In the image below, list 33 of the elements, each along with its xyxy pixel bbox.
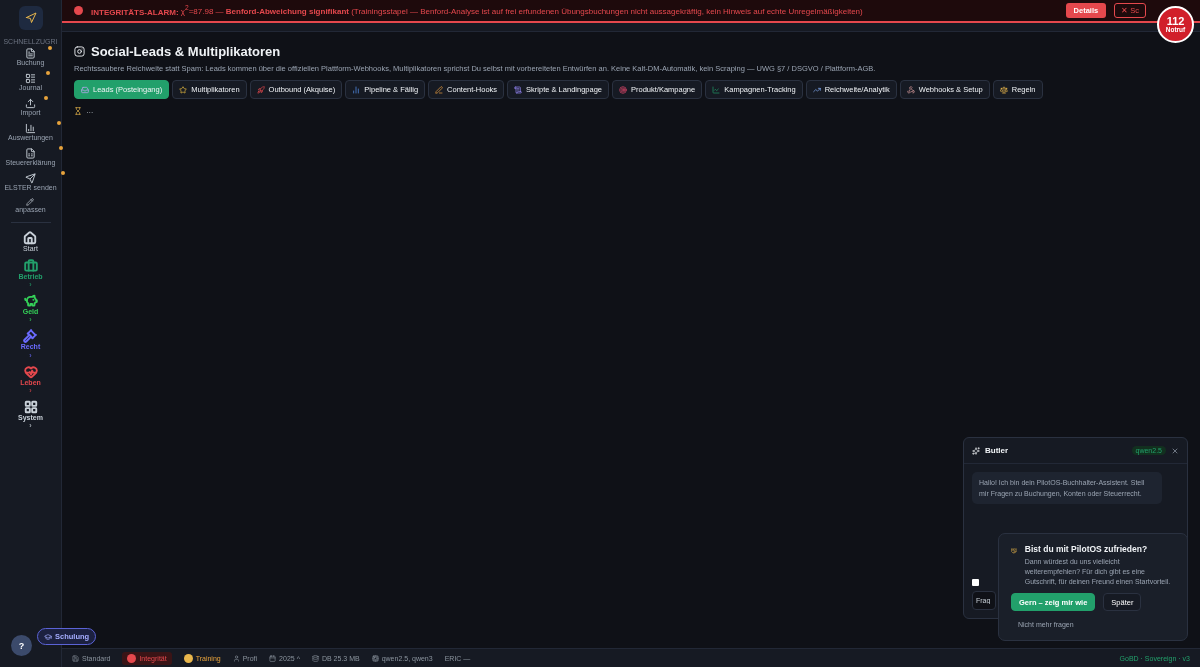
- pen-icon: [435, 85, 444, 94]
- pencil-icon: [26, 198, 35, 207]
- list-icon: [25, 73, 36, 85]
- checkbox[interactable]: [972, 579, 979, 586]
- alarm-dot-icon: [74, 6, 83, 15]
- trend-icon: [812, 85, 821, 94]
- scale-icon: [999, 85, 1008, 94]
- hourglass-icon: [74, 106, 82, 115]
- rocket-icon: [256, 85, 265, 94]
- star-icon: [179, 85, 188, 94]
- alarm-message: INTEGRITÄTS-ALARM: χ$^{2}$=87.98 — Benford-Abweichung signifikant (Trainingsstapel — Benford-Analyse ist auf frei erfundenen Übungsbuchungen nicht aussagekräftig, kein Hinweis auf echte Unregelmäßigkeiten): [91, 4, 864, 17]
- document-icon: [25, 148, 36, 160]
- close-icon[interactable]: [1171, 446, 1179, 455]
- inbox-icon: [81, 85, 89, 94]
- line-chart-icon: [712, 85, 721, 94]
- paper-plane-icon: [25, 173, 36, 185]
- webhook-icon: [906, 85, 915, 94]
- popup-title: Bist du mit PilotOS zufrieden?: [1024, 544, 1149, 554]
- calendar-icon: [269, 654, 277, 662]
- app-logo-icon[interactable]: [18, 6, 43, 30]
- document-icon: [25, 48, 36, 59]
- user-icon: [232, 654, 240, 662]
- page-title: Social-Leads & Multiplikatoren: [74, 44, 1188, 59]
- upload-icon: [25, 98, 36, 110]
- scroll-icon: [514, 85, 523, 94]
- camera-icon: [74, 46, 85, 57]
- database-icon: [311, 654, 319, 662]
- target-icon: [619, 85, 627, 94]
- bar-chart-icon: [25, 123, 36, 135]
- graduation-cap-icon: [44, 632, 52, 641]
- panel-title: Butler: [985, 446, 1010, 455]
- sparkle-icon: [972, 446, 980, 455]
- bar-chart-icon: [352, 85, 361, 94]
